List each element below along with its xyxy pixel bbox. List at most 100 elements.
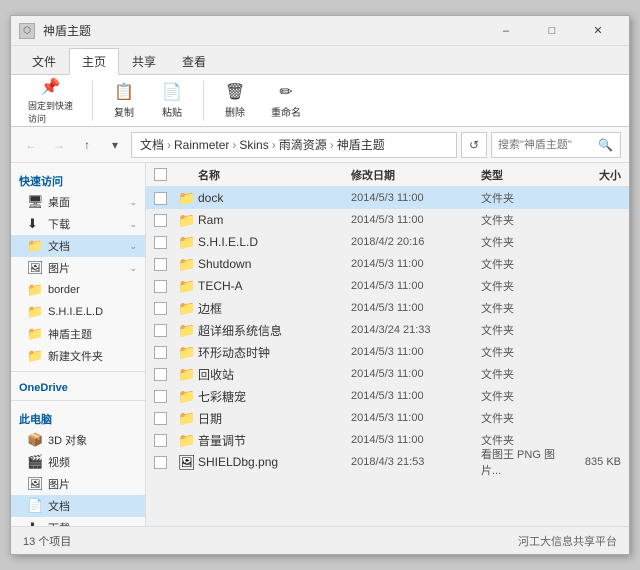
row-check-12[interactable] [154,456,178,469]
window-controls: – □ ✕ [483,16,621,46]
column-headers: 名称 修改日期 类型 大小 [146,163,629,187]
newfolder-icon: 📁 [27,348,43,364]
tab-share[interactable]: 共享 [119,48,169,74]
table-row[interactable]: 📁 环形动态时钟 2014/5/3 11:00 文件夹 [146,341,629,363]
row-check-4[interactable] [154,280,178,293]
table-row[interactable]: 📁 超详细系统信息 2014/3/24 21:33 文件夹 [146,319,629,341]
file-name-5: 边框 [198,300,351,317]
maximize-button[interactable]: □ [529,16,575,46]
file-date-5: 2014/5/3 11:00 [351,302,481,314]
date-header[interactable]: 修改日期 [351,167,481,183]
sidebar-item-desktop[interactable]: 🖥 桌面 ⌄ [11,191,145,213]
file-icon-9: 📁 [178,388,198,405]
paste-button[interactable]: 📄 粘贴 [151,77,193,124]
sidebar-item-dl-pc[interactable]: ⬇ 下载 [11,517,145,526]
table-row[interactable]: 📁 Ram 2014/5/3 11:00 文件夹 [146,209,629,231]
sidebar-item-documents[interactable]: 📁 文档 ⌄ [11,235,145,257]
table-row[interactable]: 📁 S.H.I.E.L.D 2018/4/2 20:16 文件夹 [146,231,629,253]
file-type-2: 文件夹 [481,234,561,250]
crumb-raindrop: 雨滴资源 [279,136,327,153]
row-check-7[interactable] [154,346,178,359]
forward-button[interactable]: → [47,133,71,157]
row-check-1[interactable] [154,214,178,227]
sidebar-item-video[interactable]: 🎬 视频 [11,451,145,473]
table-row[interactable]: 📁 日期 2014/5/3 11:00 文件夹 [146,407,629,429]
file-type-7: 文件夹 [481,344,561,360]
file-type-9: 文件夹 [481,388,561,404]
file-list: 📁 dock 2014/5/3 11:00 文件夹 📁 Ram 2014/5/3… [146,187,629,526]
type-header[interactable]: 类型 [481,167,561,183]
file-name-8: 回收站 [198,366,351,383]
delete-button[interactable]: 🗑 删除 [214,77,256,124]
minimize-button[interactable]: – [483,16,529,46]
refresh-button[interactable]: ↺ [461,132,487,158]
file-type-8: 文件夹 [481,366,561,382]
table-row[interactable]: 📁 边框 2014/5/3 11:00 文件夹 [146,297,629,319]
table-row[interactable]: 📁 七彩糖宠 2014/5/3 11:00 文件夹 [146,385,629,407]
select-all-checkbox[interactable] [154,168,167,181]
row-check-5[interactable] [154,302,178,315]
sidebar-item-docs-pc[interactable]: 📄 文档 [11,495,145,517]
file-size-12: 835 KB [561,456,621,468]
crumb-rainmeter: Rainmeter [174,138,229,152]
close-button[interactable]: ✕ [575,16,621,46]
search-input[interactable] [498,139,598,151]
file-date-11: 2014/5/3 11:00 [351,434,481,446]
table-row[interactable]: 📁 TECH-A 2014/5/3 11:00 文件夹 [146,275,629,297]
up-button[interactable]: ↑ [75,133,99,157]
address-path[interactable]: 文档 › Rainmeter › Skins › 雨滴资源 › 神盾主题 [131,132,457,158]
table-row[interactable]: 📁 Shutdown 2014/5/3 11:00 文件夹 [146,253,629,275]
table-row[interactable]: 🖼 SHIELDbg.png 2018/4/3 21:53 看图王 PNG 图片… [146,451,629,473]
row-check-11[interactable] [154,434,178,447]
rename-button[interactable]: ✏ 重命名 [262,77,310,124]
name-header[interactable]: 名称 [198,167,351,183]
sidebar-item-pictures[interactable]: 🖼 图片 ⌄ [11,257,145,279]
tab-view[interactable]: 查看 [169,48,219,74]
size-header[interactable]: 大小 [561,167,621,183]
sidebar-item-3d[interactable]: 📦 3D 对象 [11,429,145,451]
file-name-3: Shutdown [198,257,351,271]
ribbon-sep-1 [92,81,93,121]
file-date-9: 2014/5/3 11:00 [351,390,481,402]
pc-label: 此电脑 [11,405,145,429]
ribbon-sep-2 [203,81,204,121]
sidebar-item-pictures-pc[interactable]: 🖼 图片 [11,473,145,495]
file-name-0: dock [198,191,351,205]
tab-file[interactable]: 文件 [19,48,69,74]
sidebar-item-shendun[interactable]: 📁 神盾主题 [11,323,145,345]
pictures-pc-icon: 🖼 [27,476,43,492]
file-date-8: 2014/5/3 11:00 [351,368,481,380]
row-check-8[interactable] [154,368,178,381]
ribbon: 文件 主页 共享 查看 📌 固定到快速访问 📋 复制 📄 粘贴 🗑 删除 [11,46,629,127]
row-check-2[interactable] [154,236,178,249]
recent-button[interactable]: ▾ [103,133,127,157]
file-name-6: 超详细系统信息 [198,322,351,339]
border-icon: 📁 [27,282,43,298]
file-type-5: 文件夹 [481,300,561,316]
row-check-6[interactable] [154,324,178,337]
copy-button[interactable]: 📋 复制 [103,77,145,124]
row-check-10[interactable] [154,412,178,425]
search-icon: 🔍 [598,138,613,152]
sidebar-item-border[interactable]: 📁 border [11,279,145,301]
row-check-0[interactable] [154,192,178,205]
status-bar: 13 个项目 河工大信息共享平台 [11,526,629,554]
check-header [154,168,178,181]
watermark-text: 河工大信息共享平台 [518,533,617,549]
sidebar-item-newfolder[interactable]: 📁 新建文件夹 [11,345,145,367]
sidebar-item-shield[interactable]: 📁 S.H.I.E.L.D [11,301,145,323]
back-button[interactable]: ← [19,133,43,157]
file-date-7: 2014/5/3 11:00 [351,346,481,358]
title-bar: ⬡ 神盾主题 – □ ✕ [11,16,629,46]
search-box[interactable]: 🔍 [491,132,621,158]
file-type-0: 文件夹 [481,190,561,206]
pin-button[interactable]: 📌 固定到快速访问 [19,72,82,130]
table-row[interactable]: 📁 dock 2014/5/3 11:00 文件夹 [146,187,629,209]
sidebar-item-downloads[interactable]: ⬇ 下载 ⌄ [11,213,145,235]
table-row[interactable]: 📁 回收站 2014/5/3 11:00 文件夹 [146,363,629,385]
row-check-3[interactable] [154,258,178,271]
file-name-10: 日期 [198,410,351,427]
row-check-9[interactable] [154,390,178,403]
file-area: 名称 修改日期 类型 大小 📁 dock 2014/5/3 11:00 文件夹 … [146,163,629,526]
file-icon-5: 📁 [178,300,198,317]
